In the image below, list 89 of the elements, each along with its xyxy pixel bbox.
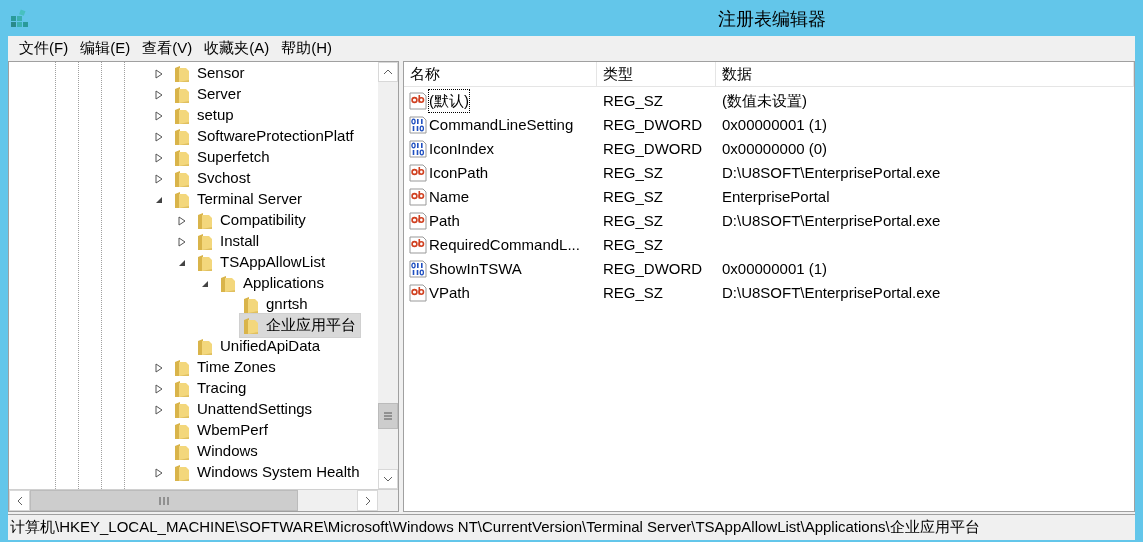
binary-value-icon: [409, 140, 427, 158]
value-name[interactable]: RequiredCommandL...: [428, 232, 581, 258]
expand-arrow-icon[interactable]: [154, 362, 164, 373]
string-value-icon: [409, 188, 427, 206]
table-cell-text: REG_SZ: [602, 90, 664, 111]
vertical-scrollbar[interactable]: [378, 62, 398, 489]
expand-arrow-icon[interactable]: [154, 383, 164, 394]
table-cell-text: REG_SZ: [602, 234, 664, 255]
table-cell-text: D:\U8SOFT\EnterprisePortal.exe: [721, 162, 942, 183]
horizontal-scrollbar[interactable]: [9, 490, 378, 511]
table-cell-text: D:\U8SOFT\EnterprisePortal.exe: [721, 210, 942, 231]
folder-icon: [173, 442, 191, 461]
expand-arrow-icon[interactable]: [154, 152, 164, 163]
grip-icon: [159, 495, 169, 506]
scroll-thumb[interactable]: [30, 490, 298, 511]
folder-icon: [173, 148, 191, 167]
column-header[interactable]: 数据: [716, 62, 1134, 86]
table-cell-text: REG_SZ: [602, 186, 664, 207]
binary-value-icon: [409, 260, 427, 278]
folder-icon: [196, 232, 214, 251]
folder-icon: [173, 64, 191, 83]
table-cell-text: REG_SZ: [602, 282, 664, 303]
table-cell-text: D:\U8SOFT\EnterprisePortal.exe: [721, 282, 942, 303]
table-cell-text: 0x00000001 (1): [721, 258, 829, 279]
menu-item[interactable]: 文件(F): [15, 37, 73, 60]
value-name[interactable]: CommandLineSetting: [428, 112, 575, 138]
grip-icon: [383, 412, 393, 420]
expand-arrow-icon[interactable]: [154, 89, 164, 100]
value-name[interactable]: ShowInTSWA: [428, 256, 523, 282]
expand-arrow-icon[interactable]: [154, 68, 164, 79]
table-cell-text: REG_DWORD: [602, 258, 704, 279]
table-cell-text: EnterprisePortal: [721, 186, 831, 207]
expand-arrow-icon[interactable]: [154, 110, 164, 121]
menu-item[interactable]: 编辑(E): [76, 37, 135, 60]
value-name[interactable]: VPath: [428, 280, 471, 306]
folder-icon: [219, 274, 237, 293]
value-name[interactable]: Path: [428, 208, 461, 234]
scrollbar-corner: [378, 490, 398, 511]
folder-icon: [173, 400, 191, 419]
string-value-icon: [409, 92, 427, 110]
menu-item[interactable]: 帮助(H): [277, 37, 336, 60]
expand-arrow-icon[interactable]: [154, 173, 164, 184]
folder-icon: [173, 379, 191, 398]
column-header[interactable]: 名称: [404, 62, 597, 86]
folder-icon: [173, 85, 191, 104]
expand-arrow-icon[interactable]: [177, 215, 187, 226]
folder-icon: [173, 169, 191, 188]
folder-icon: [173, 127, 191, 146]
column-header[interactable]: 类型: [597, 62, 716, 86]
folder-icon: [173, 358, 191, 377]
tree-item[interactable]: 企业应用平台: [239, 313, 361, 338]
window-title: 注册表编辑器: [716, 8, 827, 31]
value-name[interactable]: IconPath: [428, 160, 490, 186]
string-value-icon: [409, 284, 427, 302]
value-name[interactable]: IconIndex: [428, 136, 496, 162]
folder-icon: [196, 337, 214, 356]
table-cell-text: 0x00000000 (0): [721, 138, 829, 159]
folder-icon: [196, 253, 214, 272]
expand-arrow-icon[interactable]: [154, 131, 164, 142]
folder-icon: [242, 316, 260, 335]
string-value-icon: [409, 212, 427, 230]
binary-value-icon: [409, 116, 427, 134]
string-value-icon: [409, 236, 427, 254]
folder-icon: [242, 295, 260, 314]
table-cell-text: REG_SZ: [602, 210, 664, 231]
expand-arrow-icon[interactable]: [154, 467, 164, 478]
chevron-right-icon: [364, 495, 371, 506]
expand-arrow-icon[interactable]: [177, 236, 187, 247]
table-cell-text: (数值未设置): [721, 90, 808, 111]
value-name[interactable]: (默认): [428, 88, 470, 114]
folder-icon: [173, 421, 191, 440]
folder-icon: [173, 106, 191, 125]
scroll-thumb[interactable]: [378, 403, 398, 429]
menu-item[interactable]: 收藏夹(A): [200, 37, 274, 60]
value-name[interactable]: Name: [428, 184, 470, 210]
chevron-down-icon: [383, 476, 393, 482]
table-cell-text: REG_DWORD: [602, 138, 704, 159]
chevron-up-icon: [383, 69, 393, 75]
table-cell-text: REG_DWORD: [602, 114, 704, 135]
table-cell-text: 0x00000001 (1): [721, 114, 829, 135]
string-value-icon: [409, 164, 427, 182]
expand-arrow-icon[interactable]: [154, 404, 164, 415]
table-cell-text: REG_SZ: [602, 162, 664, 183]
folder-icon: [173, 463, 191, 482]
chevron-left-icon: [16, 495, 23, 506]
menu-item[interactable]: 查看(V): [138, 37, 197, 60]
folder-icon: [196, 211, 214, 230]
status-bar-path: 计算机\HKEY_LOCAL_MACHINE\SOFTWARE\Microsoft\Windows NT\CurrentVersion\Terminal Server\TSAppAllowList\Applications\企业应用平台: [9, 517, 980, 538]
folder-icon: [173, 190, 191, 209]
